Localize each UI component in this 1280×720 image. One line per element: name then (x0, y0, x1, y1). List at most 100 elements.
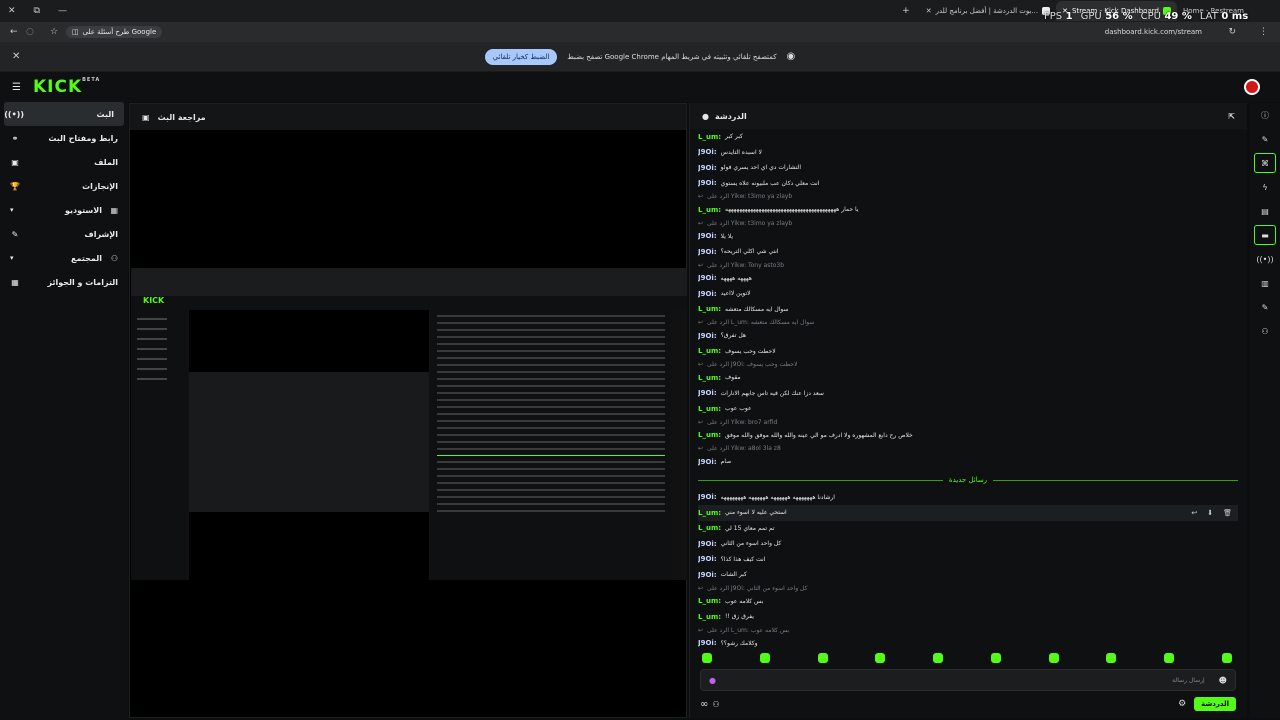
chat-username[interactable]: L_um: (698, 206, 721, 214)
chat-username[interactable]: L_um: (698, 524, 721, 532)
chat-message[interactable]: J9Oi: كل واحد اسوء من الثاني (698, 536, 1238, 552)
chat-message[interactable]: L_um: مقوف (698, 370, 1238, 386)
chat-message[interactable]: L_um: بس كلامه عوب (698, 594, 1238, 610)
chat-message[interactable]: L_um: عوب عوب (698, 401, 1238, 417)
chat-message[interactable]: L_um: استحي عليه لا اسوء مني ↩ ⬇ 🗑 (698, 505, 1238, 521)
emote-button[interactable] (759, 653, 770, 663)
chat-message[interactable]: J9Oi: لاتوين لااعيد (698, 286, 1238, 302)
emote-button[interactable] (1164, 653, 1175, 663)
emote-button[interactable] (1048, 653, 1059, 663)
emote-button[interactable] (1106, 653, 1117, 663)
settings-gear-icon[interactable]: ⚙ (1178, 699, 1186, 709)
info-icon[interactable]: ⓘ (1250, 103, 1280, 127)
chat-username[interactable]: J9Oi: (698, 493, 717, 501)
chat-message[interactable]: J9Oi: هل تفرق؟ (698, 328, 1238, 344)
chat-message[interactable]: J9Oi: سعد دزا عنك لكن فيه تاس جابهم الانا… (698, 386, 1238, 402)
chat-message[interactable]: J9Oi: ارشادنا هههههههه ههههههه ههههههه هه… (698, 490, 1238, 506)
chat-username[interactable]: L_um: (698, 509, 721, 517)
reply-icon[interactable]: ↩ (1191, 509, 1197, 517)
emote-button[interactable] (817, 653, 828, 663)
chat-message[interactable]: J9Oi: يلا يلا (698, 229, 1238, 245)
sidebar-item-achievements[interactable]: الإنجازات 🏆 (0, 174, 128, 198)
chat-username[interactable]: J9Oi: (698, 389, 717, 397)
forward-icon[interactable]: ○ (26, 27, 34, 37)
share-icon[interactable]: ⚇ (712, 700, 719, 709)
mic-icon[interactable]: ● (709, 676, 716, 685)
chat-username[interactable]: L_um: (698, 431, 721, 439)
chat-username[interactable]: L_um: (698, 405, 721, 413)
emote-button[interactable] (1221, 653, 1232, 663)
send-chat-button[interactable]: الدردشة (1194, 697, 1236, 711)
chat-message[interactable]: L_um: يا حمار ههههههههههههههههههههههههههه… (698, 202, 1238, 218)
chat-toggle-icon[interactable]: ▬ (1254, 225, 1276, 245)
chat-message[interactable]: J9Oi: انت كيف هذا كذا؟ (698, 552, 1238, 568)
chat-message[interactable]: L_um: كبر كبر (698, 129, 1238, 145)
emote-button[interactable] (702, 653, 712, 663)
restore-window-icon[interactable]: ⧉ (34, 6, 40, 16)
chat-username[interactable]: J9Oi: (698, 555, 717, 563)
avatar[interactable] (1244, 79, 1260, 95)
chat-message[interactable]: J9Oi: لا اسبده التايدس (698, 145, 1238, 161)
chat-username[interactable]: J9Oi: (698, 274, 717, 282)
google-lens-chip[interactable]: ◫ طرح أسئلة على Google (66, 26, 163, 38)
infinity-icon[interactable]: ∞ (700, 699, 708, 710)
chat-message[interactable]: J9Oi: صام (698, 454, 1238, 470)
chat-username[interactable]: J9Oi: (698, 290, 717, 298)
popout-icon[interactable]: ⇱ (1228, 112, 1235, 121)
clipboard-icon[interactable]: ▤ (1250, 199, 1280, 223)
chat-username[interactable]: J9Oi: (698, 458, 717, 466)
chat-message[interactable]: J9Oi: وكلامك رشو؟؟ (698, 636, 1238, 650)
chat-username[interactable]: L_um: (698, 347, 721, 355)
reply-reference[interactable]: ↩ الرد على Yikw: a8ol 3la z8 (698, 443, 1238, 454)
chat-username[interactable]: L_um: (698, 613, 721, 621)
chat-message[interactable]: J9Oi: كبر الشات (698, 567, 1238, 583)
stream-preview-video[interactable]: KICK (131, 268, 687, 580)
sidebar-item-stream-key[interactable]: رابط ومفتاح البث ⚭ (0, 126, 128, 150)
emote-button[interactable] (933, 653, 944, 663)
kick-logo[interactable]: KICKBETA (33, 77, 100, 97)
moderation-tool-icon[interactable]: ⌘ (1254, 153, 1276, 173)
tab-chatbot[interactable]: ✕ بوت الدردشة | أفضل برنامج للدر... (920, 2, 1056, 20)
chat-username[interactable]: L_um: (698, 305, 721, 313)
new-tab-icon[interactable]: + (902, 6, 910, 16)
reply-reference[interactable]: ↩ الرد على L_um: سوال ايه مسكالك متعشه (698, 317, 1238, 328)
emoji-icon[interactable]: ☻ (1219, 676, 1227, 685)
chat-username[interactable]: J9Oi: (698, 164, 717, 172)
minimize-window-icon[interactable]: — (58, 6, 67, 16)
chat-message[interactable]: J9Oi: التشارات دي اي احد يسري فولو (698, 160, 1238, 176)
chat-username[interactable]: J9Oi: (698, 179, 717, 187)
chat-message[interactable]: L_um: لاحطت وحب يسوف (698, 344, 1238, 360)
delete-icon[interactable]: 🗑 (1223, 509, 1232, 517)
chat-message[interactable]: J9Oi: انت معلي دكان عب ملبيونه علاه يستوي (698, 176, 1238, 192)
pin-icon[interactable]: ⬇ (1207, 509, 1213, 517)
chat-message[interactable]: J9Oi: انتي شي اكلي التريحه؟ (698, 244, 1238, 260)
reply-reference[interactable]: ↩ الرد على Yikw: bro7 arfid (698, 417, 1238, 428)
sidebar-item-moderation[interactable]: الإشراف ✎ (0, 222, 128, 246)
reply-reference[interactable]: ↩ الرد على J9Oi: لاحطت وحب يسوف (698, 359, 1238, 370)
chat-username[interactable]: L_um: (698, 597, 721, 605)
hamburger-menu-icon[interactable]: ☰ (12, 82, 21, 93)
chat-messages[interactable]: L_um: كبر كبر J9Oi: لا اسبده التايدس J9Oi: ال… (698, 129, 1238, 649)
set-default-button[interactable]: الضبط كخيار تلقائي (484, 48, 558, 65)
chat-username[interactable]: J9Oi: (698, 248, 717, 256)
tab-close-icon[interactable]: ✕ (926, 7, 932, 15)
chat-message[interactable]: L_um: تم تمم معاي 15 لي (698, 521, 1238, 537)
tools-wrench-icon[interactable]: ✎ (1250, 295, 1280, 319)
chat-message[interactable]: L_um: !! يفرق زق (698, 609, 1238, 625)
chat-username[interactable]: J9Oi: (698, 332, 717, 340)
chat-username[interactable]: J9Oi: (698, 571, 717, 579)
sidebar-item-rewards[interactable]: التزامات و الجوائز ▦ (0, 270, 128, 294)
reply-reference[interactable]: ↩ الرد على Yikw: t3imo ya zlayb (698, 191, 1238, 202)
emote-button[interactable] (990, 653, 1001, 663)
community-icon[interactable]: ⚇ (1250, 319, 1280, 343)
bookmark-star-icon[interactable]: ☆ (50, 27, 58, 37)
layout-icon[interactable]: ▥ (1250, 271, 1280, 295)
sidebar-item-stream[interactable]: البث ((•)) (4, 102, 124, 126)
sidebar-item-studio[interactable]: ▾ الاستوديو ▦ (0, 198, 128, 222)
chat-username[interactable]: J9Oi: (698, 148, 717, 156)
reply-reference[interactable]: ↩ الرد على Yikw: t3imo ya zlayb (698, 218, 1238, 229)
close-notification-icon[interactable]: ✕ (12, 51, 20, 62)
chat-message[interactable]: J9Oi: ههههه ههههه (698, 271, 1238, 287)
reply-reference[interactable]: ↩ الرد على J9Oi: كل واحد اسوء من الثاني (698, 583, 1238, 594)
sidebar-item-profile[interactable]: الملف ▣ (0, 150, 128, 174)
